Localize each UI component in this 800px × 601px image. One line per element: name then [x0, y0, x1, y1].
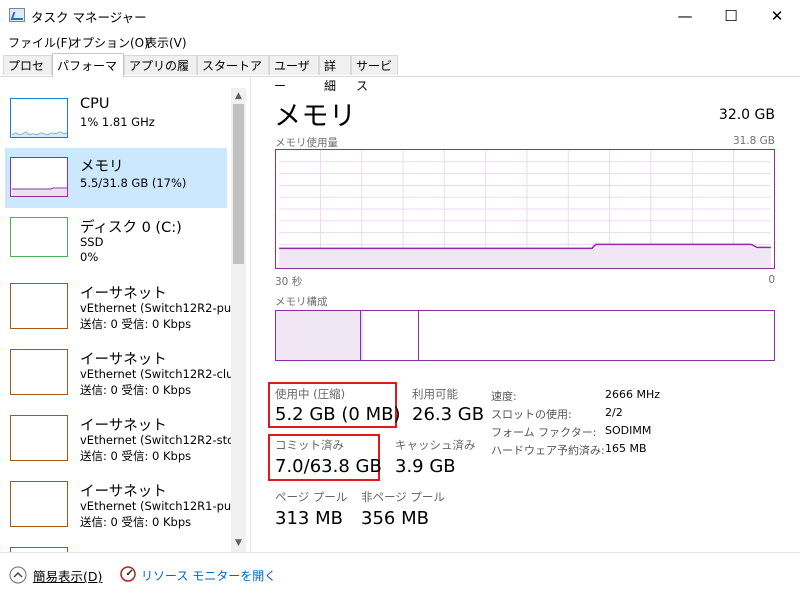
ethernet-thumbnail [10, 481, 68, 527]
paged-pool-label: ページ プール [275, 490, 348, 504]
paged-pool-value: 313 MB [275, 508, 343, 529]
resource-title: CPU [80, 96, 110, 112]
resource-subtitle-2: 送信: 0 受信: 0 Kbps [80, 449, 192, 463]
minimize-button[interactable]: — [662, 0, 708, 31]
speed-label: 速度: [491, 390, 517, 403]
cpu-thumbnail [10, 98, 68, 138]
menu-file[interactable]: ファイル(F) [8, 34, 72, 51]
memory-usage-graph [275, 149, 775, 269]
graph-time-right: 0 [768, 274, 775, 286]
scroll-down-arrow-icon[interactable]: ▼ [231, 536, 246, 550]
in-use-label: 使用中 (圧縮) [275, 387, 346, 401]
cached-value: 3.9 GB [395, 456, 456, 477]
available-label: 利用可能 [412, 387, 458, 401]
page-title: メモリ [274, 101, 357, 132]
slots-used-label: スロットの使用: [491, 408, 572, 421]
open-resource-monitor-link[interactable]: リソース モニターを開く [141, 567, 276, 584]
memory-usage-label: メモリ使用量 [275, 137, 338, 149]
tab-performance[interactable]: パフォーマンス [52, 53, 124, 97]
resource-title: メモリ [80, 159, 124, 175]
resource-subtitle: SSD [80, 235, 104, 249]
tab-app-history[interactable]: アプリの履歴 [124, 55, 197, 93]
composition-in-use [276, 311, 361, 360]
resource-subtitle-2: 送信: 0 受信: 0 Kbps [80, 515, 192, 529]
in-use-value: 5.2 GB (0 MB) [275, 404, 401, 425]
slots-used-value: 2/2 [605, 406, 623, 419]
committed-value: 7.0/63.8 GB [275, 456, 382, 477]
tab-processes[interactable]: プロセス [3, 55, 52, 93]
scrollbar-thumb[interactable] [233, 104, 244, 264]
disk-thumbnail [10, 217, 68, 257]
resource-subtitle: 5.5/31.8 GB (17%) [80, 176, 187, 190]
resource-subtitle: 1% 1.81 GHz [80, 115, 155, 129]
tab-details[interactable]: 詳細 [319, 55, 351, 93]
resource-subtitle-2: 送信: 0 受信: 0 Kbps [80, 383, 192, 397]
ethernet-thumbnail [10, 415, 68, 461]
cached-label: キャッシュ済み [395, 438, 476, 452]
memory-total: 32.0 GB [718, 107, 775, 123]
resource-subtitle: vEthernet (Switch12R2-pub [80, 301, 239, 315]
memory-thumbnail [10, 157, 68, 197]
chevron-up-icon[interactable] [9, 566, 27, 584]
form-factor-value: SODIMM [605, 424, 652, 437]
resource-subtitle: vEthernet (Switch12R1-pub [80, 499, 239, 513]
tab-services[interactable]: サービス [351, 55, 398, 93]
hardware-reserved-label: ハードウェア予約済み: [491, 444, 605, 457]
resource-subtitle-2: 0% [80, 250, 99, 264]
window-title: タスク マネージャー [31, 10, 147, 25]
resource-subtitle-2: 送信: 0 受信: 0 Kbps [80, 317, 192, 331]
resource-subtitle: vEthernet (Switch12R2-clus [80, 367, 240, 381]
memory-usage-max: 31.8 GB [732, 135, 775, 147]
committed-label: コミット済み [275, 438, 344, 452]
composition-standby [361, 311, 419, 360]
maximize-button[interactable]: ☐ [708, 0, 754, 31]
menu-view[interactable]: 表示(V) [145, 34, 187, 51]
resource-title: イーサネット [80, 286, 167, 302]
available-value: 26.3 GB [412, 404, 485, 425]
ethernet-thumbnail [10, 349, 68, 395]
tab-startup[interactable]: スタートアップ [197, 55, 269, 93]
nonpaged-pool-label: 非ページ プール [361, 490, 445, 504]
tab-users[interactable]: ユーザー [269, 55, 319, 93]
menu-options[interactable]: オプション(O) [70, 34, 149, 51]
resource-title: イーサネット [80, 418, 167, 434]
resource-title: イーサネット [80, 484, 167, 500]
scroll-up-arrow-icon[interactable]: ▲ [231, 89, 246, 103]
resource-title: イーサネット [80, 352, 167, 368]
resource-title: ディスク 0 (C:) [80, 220, 182, 236]
fewer-details-link[interactable]: 簡易表示(D) [33, 566, 102, 585]
nonpaged-pool-value: 356 MB [361, 508, 429, 529]
speed-value: 2666 MHz [605, 388, 661, 401]
resource-subtitle: vEthernet (Switch12R2-stor [80, 433, 239, 447]
ethernet-thumbnail [10, 283, 68, 329]
memory-composition-label: メモリ構成 [275, 296, 328, 308]
close-button[interactable]: ✕ [754, 0, 800, 31]
form-factor-label: フォーム ファクター: [491, 426, 597, 439]
task-manager-app-icon [9, 8, 25, 22]
graph-time-left: 30 秒 [275, 276, 303, 288]
memory-composition-bar [275, 310, 775, 361]
resource-monitor-icon [120, 566, 136, 582]
hardware-reserved-value: 165 MB [605, 442, 647, 455]
